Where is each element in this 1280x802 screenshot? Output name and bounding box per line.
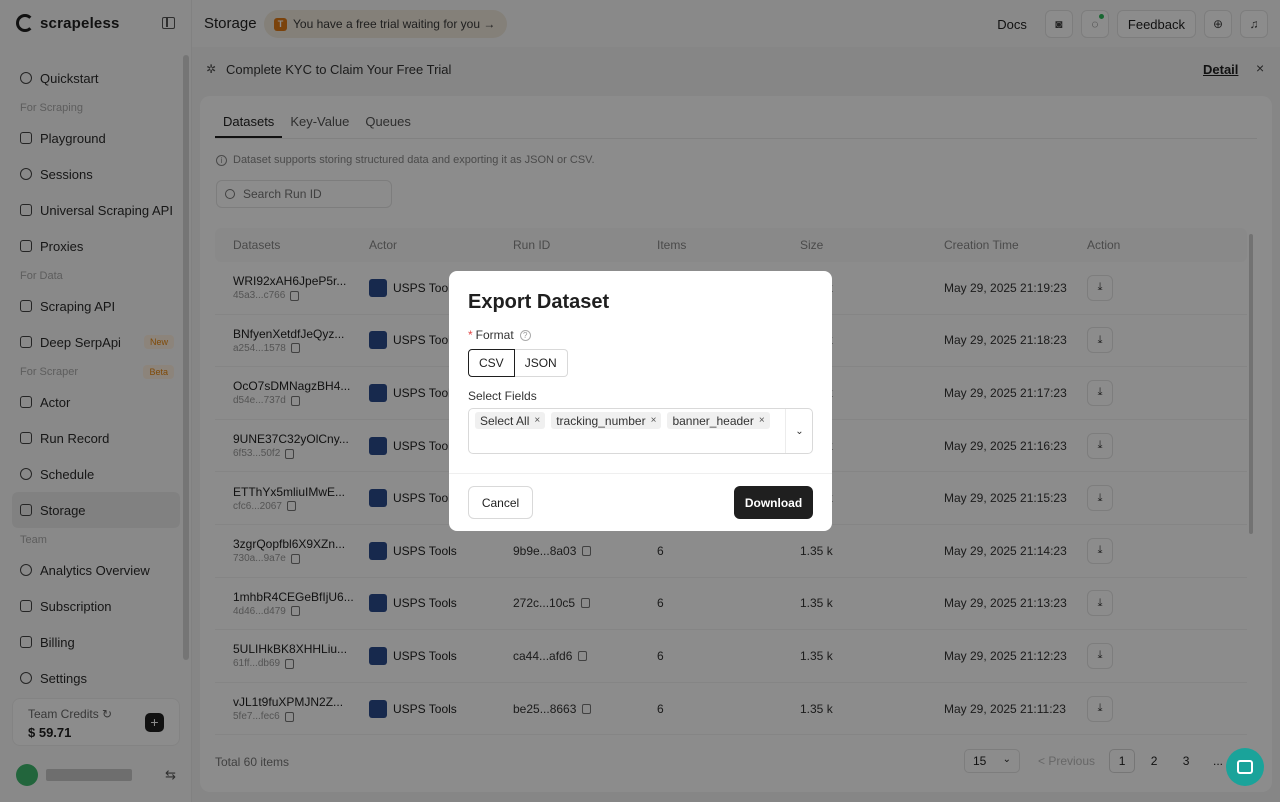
download-button[interactable]: Download [734, 486, 813, 519]
help-icon[interactable]: ? [519, 329, 531, 341]
fields-multiselect[interactable]: Select All × tracking_number × banner_head… [468, 408, 813, 454]
dialog-divider [449, 473, 832, 474]
dialog-title: Export Dataset [468, 291, 610, 313]
tag-label: banner_header [672, 413, 754, 428]
remove-tag-icon[interactable]: × [759, 415, 765, 426]
cancel-button[interactable]: Cancel [468, 486, 533, 519]
field-tag: Select All × [475, 412, 546, 429]
tag-label: tracking_number [556, 413, 646, 428]
chevron-down-icon[interactable]: ⌄ [785, 409, 813, 453]
chat-icon [1237, 760, 1253, 774]
selected-field-tags: Select All × tracking_number × banner_head… [475, 412, 775, 429]
required-mark: * [468, 328, 473, 342]
export-dataset-dialog: Export Dataset * Format ? CSV JSON Selec… [449, 271, 832, 531]
format-label: * Format ? [468, 328, 531, 342]
format-csv-option[interactable]: CSV [468, 349, 515, 377]
remove-tag-icon[interactable]: × [534, 415, 540, 426]
format-label-text: Format [475, 328, 514, 342]
field-tag: banner_header × [667, 412, 770, 429]
select-fields-label: Select Fields [468, 389, 537, 403]
field-tag: tracking_number × [551, 412, 662, 429]
chat-support-button[interactable] [1226, 748, 1264, 786]
remove-tag-icon[interactable]: × [651, 415, 657, 426]
format-selector: CSV JSON [468, 349, 568, 377]
format-json-option[interactable]: JSON [514, 349, 568, 377]
tag-label: Select All [480, 413, 530, 428]
